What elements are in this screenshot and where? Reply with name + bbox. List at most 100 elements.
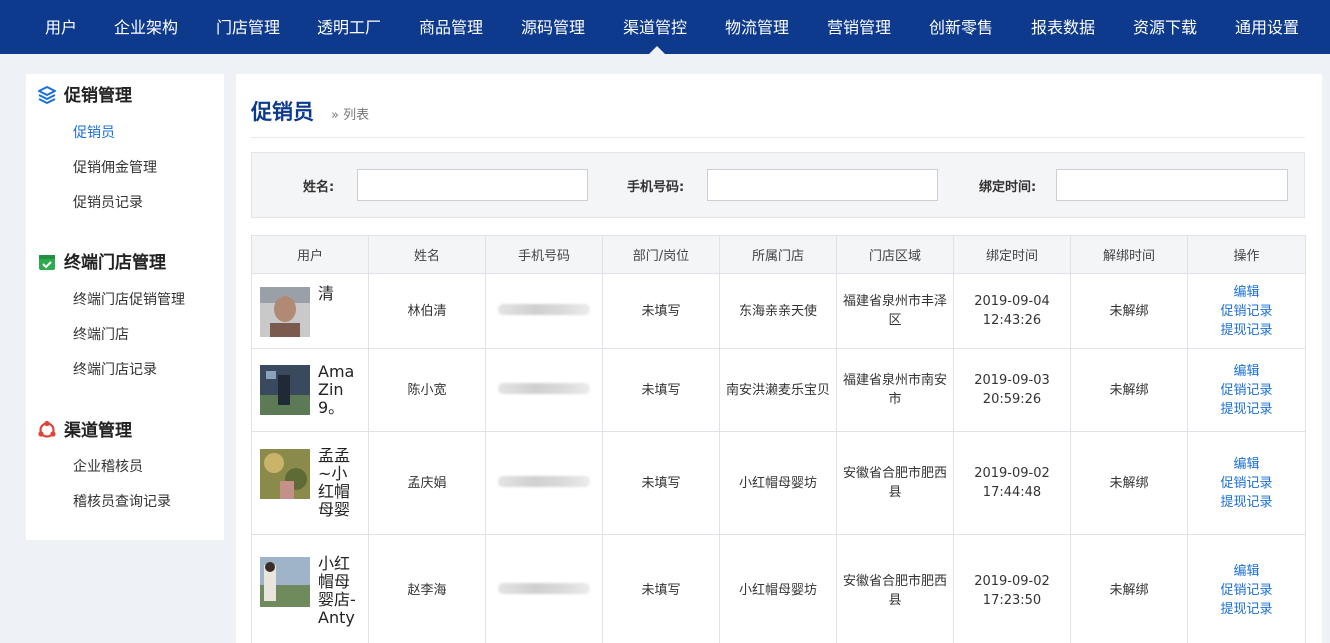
store-cell: 小红帽母婴坊 [719,431,837,535]
sidebar-section-title: 终端门店管理 [64,253,166,273]
promo-record-link[interactable]: 促销记录 [1192,381,1301,400]
filter-label-bind-time: 绑定时间: [979,180,1037,195]
nav-item-marketing[interactable]: 营销管理 [827,0,891,54]
name-cell: 陈小宽 [368,348,486,432]
masked-phone [498,583,590,594]
unbind-time-cell: 未解绑 [1070,348,1188,432]
withdraw-record-link[interactable]: 提现记录 [1192,493,1301,512]
main-panel: 促销员 » 列表 姓名: 手机号码: 绑定时间: 用户 姓名 手机号码 部门/岗… [236,74,1322,643]
column-header-name: 姓名 [368,235,486,274]
unbind-time-cell: 未解绑 [1070,273,1188,349]
edit-link[interactable]: 编辑 [1192,283,1301,302]
divider [251,137,1305,138]
phone-cell [485,534,603,643]
bind-time-cell: 2019-09-02 17:23:50 [953,534,1071,643]
table-row: 孟孟~小红帽母婴 孟庆娟 未填写 小红帽母婴坊 安徽省合肥市肥西县 2019-0… [251,431,1306,535]
withdraw-record-link[interactable]: 提现记录 [1192,600,1301,619]
dept-cell: 未填写 [602,431,720,535]
nav-item-goods[interactable]: 商品管理 [419,0,483,54]
user-nickname: Ama Zin 9。 [318,362,355,417]
masked-phone [498,303,590,315]
column-header-actions: 操作 [1187,235,1306,274]
nav-item-user[interactable]: 用户 [45,0,77,54]
phone-cell [485,431,603,535]
user-cell: 小红帽母婴店-Anty [251,534,369,643]
actions-cell: 编辑 促销记录 提现记录 [1187,273,1306,349]
actions-cell: 编辑 促销记录 提现记录 [1187,431,1306,535]
nav-item-factory[interactable]: 透明工厂 [317,0,381,54]
top-nav: 用户 企业架构 门店管理 透明工厂 商品管理 源码管理 渠道管控 物流管理 营销… [0,0,1330,55]
table-row: Ama Zin 9。 陈小宽 未填写 南安洪濑麦乐宝贝 福建省泉州市南安市 20… [251,348,1306,432]
table-row: 小红帽母婴店-Anty 赵李海 未填写 小红帽母婴坊 安徽省合肥市肥西县 201… [251,534,1306,643]
sidebar-item-auditor-log[interactable]: 稽核员查询记录 [73,492,171,512]
masked-phone [498,382,590,394]
sidebar-item-auditor[interactable]: 企业稽核员 [73,457,143,477]
phone-cell [485,273,603,349]
region-cell: 安徽省合肥市肥西县 [836,431,954,535]
user-nickname: 清 [318,284,335,303]
promo-record-link[interactable]: 促销记录 [1192,302,1301,321]
active-nav-indicator [648,46,666,55]
nav-item-source[interactable]: 源码管理 [521,0,585,54]
nav-item-downloads[interactable]: 资源下载 [1133,0,1197,54]
nav-item-store[interactable]: 门店管理 [216,0,280,54]
name-cell: 孟庆娟 [368,431,486,535]
edit-link[interactable]: 编辑 [1192,562,1301,581]
sidebar-item-terminal-log[interactable]: 终端门店记录 [73,360,157,380]
nav-item-settings[interactable]: 通用设置 [1235,0,1299,54]
region-cell: 安徽省合肥市肥西县 [836,534,954,643]
unbind-time-cell: 未解绑 [1070,534,1188,643]
phone-cell [485,348,603,432]
promo-record-link[interactable]: 促销记录 [1192,474,1301,493]
column-header-user: 用户 [251,235,369,274]
nav-item-org[interactable]: 企业架构 [114,0,178,54]
sidebar-item-promoter-log[interactable]: 促销员记录 [73,193,143,213]
actions-cell: 编辑 促销记录 提现记录 [1187,348,1306,432]
name-filter-input[interactable] [357,169,588,201]
bind-time-cell: 2019-09-03 20:59:26 [953,348,1071,432]
column-header-dept: 部门/岗位 [602,235,720,274]
sidebar-item-commission[interactable]: 促销佣金管理 [73,158,157,178]
bind-time-cell: 2019-09-02 17:44:48 [953,431,1071,535]
promoter-table: 用户 姓名 手机号码 部门/岗位 所属门店 门店区域 绑定时间 解绑时间 操作 [251,235,1306,643]
sidebar-section-channel[interactable]: 渠道管理 [36,419,132,443]
user-cell: 孟孟~小红帽母婴 [251,431,369,535]
masked-phone [498,475,590,487]
page-title: 促销员 [251,100,314,124]
breadcrumb: » 列表 [331,108,370,123]
actions-cell: 编辑 促销记录 提现记录 [1187,534,1306,643]
sidebar-section-promotion[interactable]: 促销管理 [36,84,132,108]
sidebar-item-promoter[interactable]: 促销员 [73,123,115,143]
user-cell: Ama Zin 9。 [251,348,369,432]
nav-item-reports[interactable]: 报表数据 [1031,0,1095,54]
edit-link[interactable]: 编辑 [1192,362,1301,381]
avatar[interactable] [260,287,310,337]
avatar[interactable] [260,365,310,415]
user-nickname: 孟孟~小红帽母婴 [318,446,351,519]
store-cell: 南安洪濑麦乐宝贝 [719,348,837,432]
avatar[interactable] [260,449,310,499]
sidebar-item-terminal[interactable]: 终端门店 [73,325,129,345]
nav-item-retail[interactable]: 创新零售 [929,0,993,54]
avatar[interactable] [260,556,310,607]
promo-record-link[interactable]: 促销记录 [1192,581,1301,600]
withdraw-record-link[interactable]: 提现记录 [1192,321,1301,340]
name-cell: 林伯清 [368,273,486,349]
sidebar-item-terminal-promo[interactable]: 终端门店促销管理 [73,290,185,310]
layers-icon [38,86,56,104]
table-row: 清 林伯清 未填写 东海亲亲天使 福建省泉州市丰泽区 2019-09-04 12… [251,273,1306,349]
phone-filter-input[interactable] [707,169,938,201]
dept-cell: 未填写 [602,273,720,349]
sidebar-section-terminal[interactable]: 终端门店管理 [36,251,166,275]
user-nickname: 小红帽母婴店-Anty [318,553,356,627]
region-cell: 福建省泉州市南安市 [836,348,954,432]
sidebar: 促销管理 促销员 促销佣金管理 促销员记录 终端门店管理 终端门店促销管理 终端… [26,74,224,540]
edit-link[interactable]: 编辑 [1192,455,1301,474]
column-header-region: 门店区域 [836,235,954,274]
withdraw-record-link[interactable]: 提现记录 [1192,400,1301,419]
bind-time-filter-input[interactable] [1056,169,1288,201]
filter-label-name: 姓名: [303,180,335,195]
nav-item-logistics[interactable]: 物流管理 [725,0,789,54]
filter-bar: 姓名: 手机号码: 绑定时间: [251,152,1305,218]
unbind-time-cell: 未解绑 [1070,431,1188,535]
